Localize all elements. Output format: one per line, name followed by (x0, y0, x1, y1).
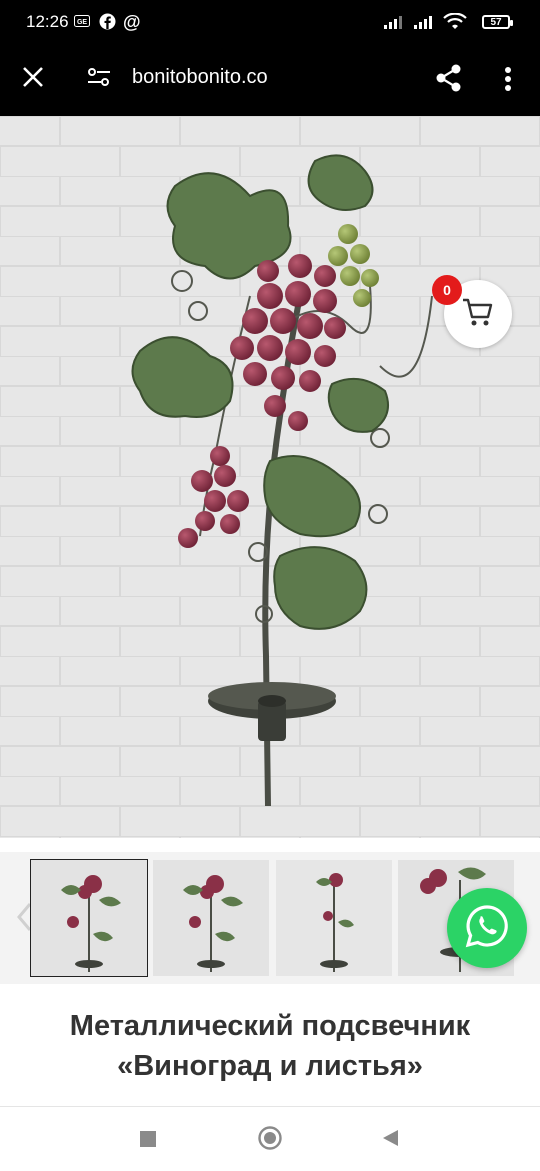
thumbnail-3[interactable] (276, 860, 392, 976)
url-text[interactable]: bonitobonito.co (132, 66, 268, 89)
at-icon: @ (123, 12, 141, 32)
more-icon[interactable] (504, 66, 512, 97)
product-title-line2: «Виноград и листья» (117, 1050, 423, 1082)
close-icon[interactable] (22, 66, 44, 93)
signal-icon (383, 14, 407, 33)
status-time: 12:26 (26, 12, 69, 31)
browser-toolbar: bonitobonito.co (0, 44, 540, 116)
battery-icon: 57 (482, 15, 513, 29)
ge-icon: GE (74, 15, 90, 30)
share-icon[interactable] (436, 64, 462, 97)
whatsapp-icon (464, 903, 510, 954)
signal-icon (413, 14, 437, 33)
back-icon[interactable] (382, 1129, 400, 1152)
home-icon[interactable] (258, 1126, 282, 1155)
whatsapp-button[interactable] (447, 888, 527, 968)
cart-icon (462, 297, 494, 332)
chevron-left-icon[interactable] (16, 902, 32, 939)
status-bar: 12:26 GE @ 57 (0, 0, 540, 44)
svg-text:GE: GE (77, 19, 87, 26)
product-main-image[interactable] (0, 116, 540, 838)
thumbnail-2[interactable] (153, 860, 269, 976)
product-title: Металлический подсвечник «Виноград и лис… (0, 1006, 540, 1086)
product-title-line1: Металлический подсвечник (69, 1010, 471, 1042)
thumbnail-1[interactable] (30, 859, 148, 977)
recents-icon[interactable] (140, 1131, 156, 1152)
wifi-icon (443, 12, 467, 34)
facebook-icon (99, 13, 116, 33)
site-settings-icon[interactable] (86, 66, 112, 93)
system-nav-bar (0, 1106, 540, 1171)
cart-count-badge: 0 (432, 275, 462, 305)
